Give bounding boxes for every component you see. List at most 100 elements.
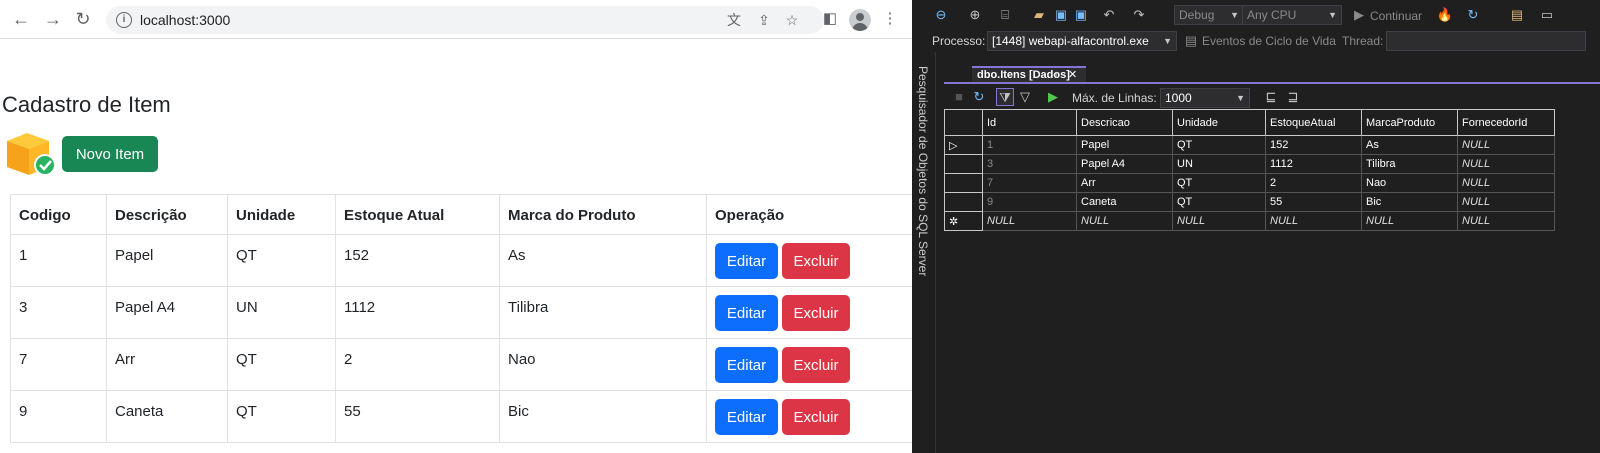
delete-button[interactable]: Excluir	[782, 399, 850, 435]
grid-cell[interactable]: 3	[982, 154, 1077, 174]
window-icon[interactable]: ▭	[1538, 6, 1556, 24]
close-icon[interactable]: ✕	[1068, 68, 1077, 83]
grid-column-header[interactable]: EstoqueAtual	[1265, 109, 1362, 136]
grid-column-header[interactable]: Id	[982, 109, 1077, 136]
address-url[interactable]: localhost:3000	[140, 12, 230, 28]
grid-column-header[interactable]: Unidade	[1172, 109, 1266, 136]
grid-cell[interactable]: QT	[1172, 192, 1266, 212]
profile-avatar-icon[interactable]	[849, 9, 871, 31]
paste-script-icon[interactable]: ⊒	[1284, 88, 1302, 106]
more-menu-icon[interactable]: ⋮	[880, 9, 900, 29]
grid-cell[interactable]: Nao	[1361, 173, 1458, 193]
side-panel-icon[interactable]: ◧	[820, 9, 840, 29]
save-all-icon[interactable]: ▣	[1072, 6, 1090, 24]
grid-cell[interactable]: Caneta	[1076, 192, 1173, 212]
row-header[interactable]	[944, 192, 983, 212]
grid-cell[interactable]: NULL	[1457, 173, 1555, 193]
grid-column-header[interactable]: FornecedorId	[1457, 109, 1555, 136]
cell-codigo: 9	[10, 390, 107, 443]
hot-reload-icon[interactable]: 🔥	[1436, 6, 1454, 24]
grid-cell[interactable]: Arr	[1076, 173, 1173, 193]
current-row-icon[interactable]: ▷	[944, 135, 983, 155]
play-icon[interactable]: ▶	[1350, 6, 1368, 24]
configuration-dropdown[interactable]: Debug ▼	[1174, 5, 1244, 25]
thread-dropdown[interactable]	[1386, 31, 1586, 51]
forward-arrow-icon[interactable]: →	[42, 8, 64, 30]
reload-icon[interactable]: ↻	[72, 8, 94, 30]
grid-cell[interactable]: NULL	[1172, 211, 1266, 231]
grid-row[interactable]: ▷ 1 Papel QT 152 As NULL	[944, 135, 1555, 155]
grid-cell[interactable]: NULL	[1076, 211, 1173, 231]
site-info-icon[interactable]: i	[116, 12, 132, 28]
grid-cell[interactable]: Tilibra	[1361, 154, 1458, 174]
continue-label[interactable]: Continuar	[1370, 9, 1422, 23]
grid-cell[interactable]: NULL	[1361, 211, 1458, 231]
grid-row[interactable]: 3 Papel A4 UN 1112 Tilibra NULL	[944, 154, 1555, 174]
grid-column-header[interactable]: MarcaProduto	[1361, 109, 1458, 136]
process-dropdown[interactable]: [1448] webapi-alfacontrol.exe ▼	[987, 31, 1177, 51]
lifecycle-events-label[interactable]: Eventos de Ciclo de Vida	[1202, 34, 1336, 48]
explorer-icon[interactable]: ▤	[1508, 6, 1526, 24]
save-icon[interactable]: ▣	[1052, 6, 1070, 24]
grid-cell[interactable]: NULL	[1457, 154, 1555, 174]
pin-icon[interactable]: ⊣	[1050, 68, 1058, 83]
bookmark-star-icon[interactable]: ☆	[783, 12, 801, 28]
grid-cell[interactable]: 1	[982, 135, 1077, 155]
copy-script-icon[interactable]: ⊑	[1262, 88, 1280, 106]
grid-cell[interactable]: Papel A4	[1076, 154, 1173, 174]
max-rows-dropdown[interactable]: 1000 ▼	[1160, 88, 1250, 108]
run-script-icon[interactable]: ▶	[1044, 88, 1062, 106]
filter-active-icon[interactable]: ⧩	[996, 88, 1014, 106]
stop-icon[interactable]: ■	[950, 88, 968, 106]
new-project-icon[interactable]: ⌸	[996, 6, 1014, 24]
grid-column-header[interactable]: Descricao	[1076, 109, 1173, 136]
edit-button[interactable]: Editar	[715, 243, 778, 279]
grid-cell[interactable]: 1112	[1265, 154, 1362, 174]
share-icon[interactable]: ⇪	[755, 12, 773, 28]
grid-cell[interactable]: 9	[982, 192, 1077, 212]
delete-button[interactable]: Excluir	[782, 295, 850, 331]
redo-icon[interactable]: ↷	[1130, 6, 1148, 24]
cell-codigo: 7	[10, 338, 107, 391]
grid-cell[interactable]: UN	[1172, 154, 1266, 174]
filter-icon[interactable]: ▽	[1016, 88, 1034, 106]
grid-cell[interactable]: 55	[1265, 192, 1362, 212]
grid-cell[interactable]: NULL	[1457, 135, 1555, 155]
refresh-icon[interactable]: ↻	[970, 88, 988, 106]
navigate-back-icon[interactable]: ⊖	[932, 6, 950, 24]
navigate-forward-icon[interactable]: ⊕	[966, 6, 984, 24]
grid-cell[interactable]: 7	[982, 173, 1077, 193]
open-file-icon[interactable]: ▰	[1030, 6, 1048, 24]
grid-new-row[interactable]: ✲ NULL NULL NULL NULL NULL NULL	[944, 211, 1555, 231]
address-bar[interactable]: i localhost:3000 文 ⇪ ☆	[106, 6, 824, 34]
edit-button[interactable]: Editar	[715, 347, 778, 383]
new-item-button[interactable]: Novo Item	[62, 136, 158, 172]
grid-cell[interactable]: Bic	[1361, 192, 1458, 212]
grid-cell[interactable]: 2	[1265, 173, 1362, 193]
grid-cell[interactable]: NULL	[1457, 211, 1555, 231]
undo-icon[interactable]: ↶	[1100, 6, 1118, 24]
edit-button[interactable]: Editar	[715, 399, 778, 435]
grid-cell[interactable]: QT	[1172, 173, 1266, 193]
translate-icon[interactable]: 文	[725, 12, 743, 28]
platform-dropdown[interactable]: Any CPU ▼	[1242, 5, 1342, 25]
refresh-icon[interactable]: ↻	[1464, 6, 1482, 24]
lifecycle-events-icon[interactable]: ▤	[1182, 32, 1200, 50]
grid-cell[interactable]: NULL	[1265, 211, 1362, 231]
grid-cell[interactable]: Papel	[1076, 135, 1173, 155]
grid-cell[interactable]: NULL	[1457, 192, 1555, 212]
grid-cell[interactable]: As	[1361, 135, 1458, 155]
grid-cell[interactable]: NULL	[982, 211, 1077, 231]
sql-object-explorer-label[interactable]: Pesquisador de Objetos do SQL Server	[916, 66, 930, 276]
delete-button[interactable]: Excluir	[782, 243, 850, 279]
grid-row[interactable]: 7 Arr QT 2 Nao NULL	[944, 173, 1555, 193]
back-arrow-icon[interactable]: ←	[10, 8, 32, 30]
delete-button[interactable]: Excluir	[782, 347, 850, 383]
grid-cell[interactable]: QT	[1172, 135, 1266, 155]
row-header[interactable]	[944, 173, 983, 193]
edit-button[interactable]: Editar	[715, 295, 778, 331]
new-row-icon[interactable]: ✲	[944, 211, 983, 231]
grid-row[interactable]: 9 Caneta QT 55 Bic NULL	[944, 192, 1555, 212]
row-header[interactable]	[944, 154, 983, 174]
grid-cell[interactable]: 152	[1265, 135, 1362, 155]
